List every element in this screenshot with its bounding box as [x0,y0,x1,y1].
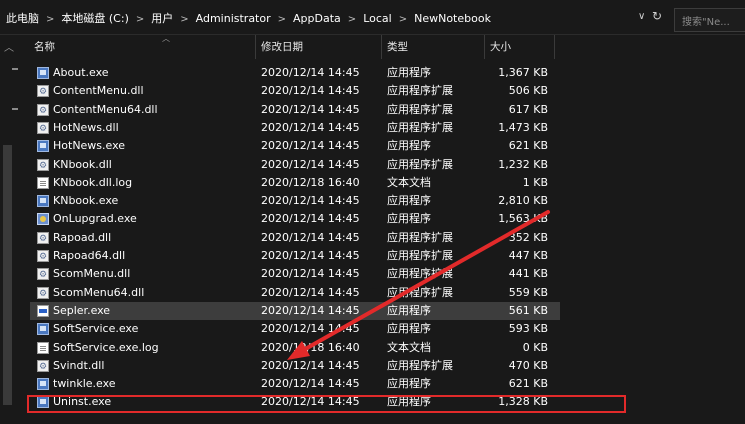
arrow-head-icon [287,341,310,360]
arrow-shaft [298,210,550,354]
annotation-arrow [287,210,550,360]
